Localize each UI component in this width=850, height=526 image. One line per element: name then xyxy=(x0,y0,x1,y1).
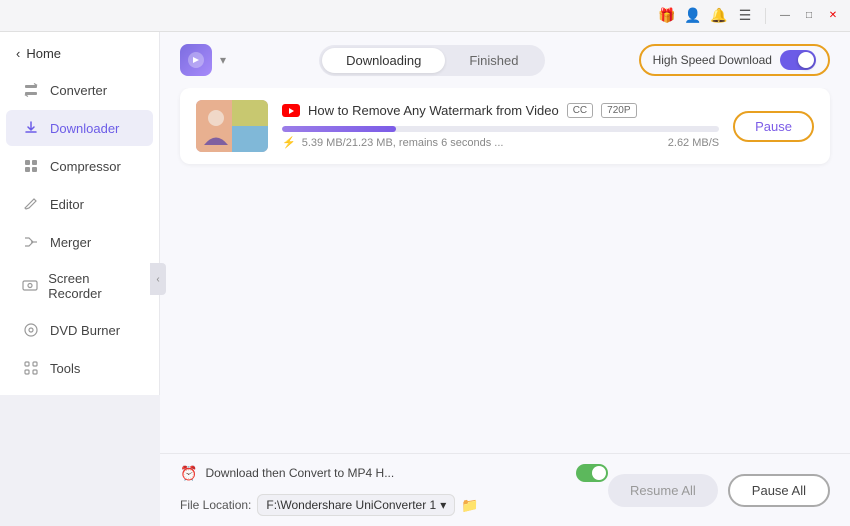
tools-icon xyxy=(22,359,40,377)
pause-all-button[interactable]: Pause All xyxy=(728,474,830,507)
file-location-select[interactable]: F:\Wondershare UniConverter 1 ▾ xyxy=(257,494,455,516)
back-arrow-icon: ‹ xyxy=(16,46,20,61)
status-row: ⚡ 5.39 MB/21.23 MB, remains 6 seconds ..… xyxy=(282,136,719,149)
download-status-text: 5.39 MB/21.23 MB, remains 6 seconds ... xyxy=(302,137,504,149)
merger-icon xyxy=(22,233,40,251)
pause-button[interactable]: Pause xyxy=(733,111,814,142)
editor-icon xyxy=(22,195,40,213)
merger-label: Merger xyxy=(50,235,91,250)
select-chevron-icon: ▾ xyxy=(440,498,446,512)
youtube-icon xyxy=(282,104,300,117)
compressor-label: Compressor xyxy=(50,159,121,174)
download-speed-text: 2.62 MB/S xyxy=(668,137,719,149)
video-thumbnail xyxy=(196,100,268,152)
app-logo xyxy=(180,44,212,76)
convert-toggle[interactable] xyxy=(576,464,608,482)
download-item: How to Remove Any Watermark from Video C… xyxy=(180,88,830,164)
item-title-row: How to Remove Any Watermark from Video C… xyxy=(282,103,719,118)
sidebar: ‹ Home Converter xyxy=(0,32,160,395)
screen-recorder-icon xyxy=(22,277,38,295)
bottom-bar: ⏰ Download then Convert to MP4 H... File… xyxy=(160,453,850,526)
close-button[interactable]: ✕ xyxy=(824,7,842,25)
dvd-burner-icon xyxy=(22,321,40,339)
convert-row: ⏰ Download then Convert to MP4 H... xyxy=(180,464,608,482)
thumb-overlay xyxy=(196,100,268,152)
home-label: Home xyxy=(26,46,61,61)
sidebar-item-merger[interactable]: Merger xyxy=(6,224,153,260)
toggle-knob xyxy=(798,52,814,68)
menu-icon[interactable]: ☰ xyxy=(735,6,755,26)
folder-icon[interactable]: 📁 xyxy=(461,497,478,514)
downloader-label: Downloader xyxy=(50,121,119,136)
progress-row xyxy=(282,126,719,132)
sidebar-item-dvd-burner[interactable]: DVD Burner xyxy=(6,312,153,348)
sidebar-collapse-button[interactable]: ‹ xyxy=(150,263,166,295)
bell-icon[interactable]: 🔔 xyxy=(709,6,729,26)
resume-all-button[interactable]: Resume All xyxy=(608,474,718,507)
badge-quality: 720P xyxy=(601,103,636,118)
logo-chevron-icon[interactable]: ▾ xyxy=(220,53,226,67)
badge-cc: CC xyxy=(567,103,593,118)
convert-label: Download then Convert to MP4 H... xyxy=(205,466,568,480)
lightning-icon: ⚡ xyxy=(282,136,296,149)
maximize-button[interactable]: □ xyxy=(800,7,818,25)
screen-recorder-label: Screen Recorder xyxy=(48,271,137,301)
sidebar-item-downloader[interactable]: Downloader xyxy=(6,110,153,146)
clock-icon: ⏰ xyxy=(180,465,197,482)
progress-bar-fill xyxy=(282,126,396,132)
video-title: How to Remove Any Watermark from Video xyxy=(308,103,559,118)
high-speed-label: High Speed Download xyxy=(653,53,772,67)
file-location-label: File Location: xyxy=(180,498,251,512)
item-info: How to Remove Any Watermark from Video C… xyxy=(282,103,719,149)
bottom-buttons: Resume All Pause All xyxy=(608,474,830,507)
top-bar: ▾ Downloading Finished High Speed Downlo… xyxy=(160,32,850,88)
sidebar-item-editor[interactable]: Editor xyxy=(6,186,153,222)
editor-label: Editor xyxy=(50,197,84,212)
sidebar-back[interactable]: ‹ Home xyxy=(0,40,159,67)
main-content: ▾ Downloading Finished High Speed Downlo… xyxy=(160,32,850,526)
high-speed-area: High Speed Download xyxy=(639,44,830,76)
app-logo-area: ▾ xyxy=(180,44,226,76)
downloader-icon xyxy=(22,119,40,137)
download-list: How to Remove Any Watermark from Video C… xyxy=(160,88,850,453)
progress-bar-bg xyxy=(282,126,719,132)
sidebar-item-tools[interactable]: Tools xyxy=(6,350,153,386)
title-bar: 🎁 👤 🔔 ☰ — □ ✕ xyxy=(0,0,850,32)
converter-label: Converter xyxy=(50,83,107,98)
sidebar-item-compressor[interactable]: Compressor xyxy=(6,148,153,184)
mini-knob xyxy=(592,466,606,480)
yt-play-icon xyxy=(289,108,294,114)
user-icon[interactable]: 👤 xyxy=(683,6,703,26)
high-speed-toggle[interactable] xyxy=(780,50,816,70)
converter-icon xyxy=(22,81,40,99)
tab-finished[interactable]: Finished xyxy=(445,48,542,73)
sidebar-item-screen-recorder[interactable]: Screen Recorder xyxy=(6,262,153,310)
sidebar-wrapper: ‹ Home Converter xyxy=(0,32,160,526)
sidebar-item-converter[interactable]: Converter xyxy=(6,72,153,108)
tab-switcher: Downloading Finished xyxy=(319,45,545,76)
compressor-icon xyxy=(22,157,40,175)
minimize-button[interactable]: — xyxy=(776,7,794,25)
app-body: ‹ Home Converter xyxy=(0,32,850,526)
tab-downloading[interactable]: Downloading xyxy=(322,48,445,73)
tools-label: Tools xyxy=(50,361,80,376)
file-location-row: File Location: F:\Wondershare UniConvert… xyxy=(180,494,608,516)
file-path-text: F:\Wondershare UniConverter 1 xyxy=(266,498,436,512)
dvd-burner-label: DVD Burner xyxy=(50,323,120,338)
gift-icon[interactable]: 🎁 xyxy=(657,6,677,26)
